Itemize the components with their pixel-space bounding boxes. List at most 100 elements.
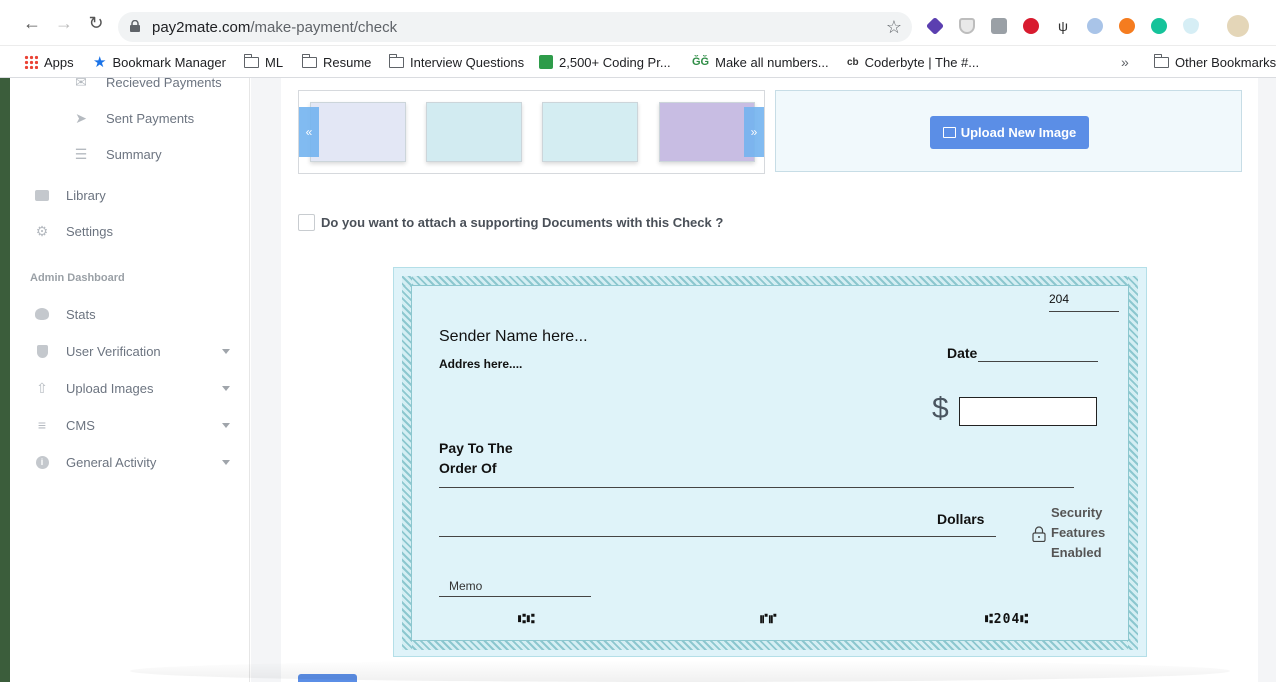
browser-toolbar: ← → ↻ pay2mate.com/make-payment/check ☆ …: [0, 0, 1276, 46]
folder-icon: [388, 53, 404, 68]
attach-documents-label: Do you want to attach a supporting Docum…: [321, 215, 724, 230]
apps-grid-icon: [24, 55, 38, 69]
sidebar-item-label: CMS: [66, 417, 95, 433]
date-label: Date: [947, 345, 978, 361]
sidebar-item-label: General Activity: [66, 454, 157, 470]
sidebar-item-cms[interactable]: ≡ CMS: [34, 417, 234, 433]
extension-ublock-icon[interactable]: [1119, 18, 1135, 34]
carousel-next-button[interactable]: »: [744, 107, 764, 157]
sidebar-item-summary[interactable]: ☰ Summary: [73, 146, 162, 162]
sender-address: Addres here....: [439, 357, 523, 371]
micr-routing-number: ⑆⑆: [518, 612, 536, 627]
check-number: 204: [1049, 292, 1070, 306]
amount-words-line[interactable]: [439, 536, 996, 537]
bookmarks-overflow-button[interactable]: »: [1121, 52, 1129, 72]
main-content: « » Upload New Image Do you want to atta…: [281, 78, 1258, 682]
attach-documents-checkbox[interactable]: [298, 214, 315, 231]
reload-icon[interactable]: ↻: [86, 13, 106, 33]
amount-input[interactable]: [959, 397, 1097, 426]
security-features-line2: Features: [1051, 525, 1106, 540]
forward-arrow-icon[interactable]: →: [54, 13, 74, 33]
bookmark-folder-ml[interactable]: ML: [243, 52, 284, 72]
extension-cube-icon[interactable]: [925, 16, 945, 36]
sender-name: Sender Name here...: [439, 328, 588, 345]
extension-stop-icon[interactable]: [1023, 18, 1039, 34]
chevron-down-icon: [222, 349, 230, 354]
bookmark-star-icon[interactable]: ☆: [886, 17, 902, 38]
sidebar-item-label: Library: [66, 187, 106, 203]
payee-line[interactable]: [439, 487, 1074, 488]
check-template-carousel: « »: [298, 90, 765, 174]
bookmark-coderbyte[interactable]: cb Coderbyte | The #...: [847, 52, 979, 72]
sidebar-item-stats[interactable]: Stats: [34, 306, 96, 322]
chevron-down-icon: [222, 386, 230, 391]
gear-icon: ⚙: [35, 222, 49, 239]
check-template-thumb[interactable]: [659, 102, 755, 162]
pay-to-label-line2: Order Of: [439, 460, 497, 476]
sidebar-item-label: Upload Images: [66, 380, 154, 396]
palette-icon: [34, 306, 50, 322]
carousel-prev-button[interactable]: «: [299, 107, 319, 157]
bookmark-label: 2,500+ Coding Pr...: [559, 54, 671, 70]
upload-image-panel: Upload New Image: [775, 90, 1242, 172]
site-favicon: [539, 55, 553, 69]
chevron-right-icon: »: [750, 125, 758, 139]
bookmark-coding-problems[interactable]: 2,500+ Coding Pr...: [539, 52, 671, 72]
sidebar-item-received-payments[interactable]: ✉ Recieved Payments: [73, 74, 222, 90]
check-template-thumb[interactable]: [426, 102, 522, 162]
folder-icon: [243, 53, 259, 68]
micr-check-number: ⑆204⑆: [985, 612, 1030, 627]
bookmark-label: Interview Questions: [410, 54, 525, 70]
attach-documents-option: Do you want to attach a supporting Docum…: [298, 214, 723, 231]
sidebar-item-general-activity[interactable]: i General Activity: [34, 454, 234, 470]
extension-grammarly-icon[interactable]: [1151, 18, 1167, 34]
lock-icon: [130, 20, 140, 32]
extension-fork-icon[interactable]: ψ: [1055, 18, 1071, 34]
sidebar-item-settings[interactable]: ⚙ Settings: [34, 223, 113, 239]
extension-eye-icon[interactable]: [1183, 18, 1199, 34]
folder-icon: [301, 53, 317, 68]
overflow-chevron-icon: »: [1121, 54, 1129, 70]
bookmark-folder-resume[interactable]: Resume: [301, 52, 372, 72]
check-number-line: [1049, 311, 1119, 312]
date-line[interactable]: [978, 361, 1098, 362]
sidebar-item-user-verification[interactable]: User Verification: [34, 343, 234, 359]
extension-camera-icon[interactable]: [991, 18, 1007, 34]
check-template-thumb[interactable]: [542, 102, 638, 162]
align-left-icon: ≡: [37, 417, 47, 433]
bookmark-folder-other[interactable]: Other Bookmarks: [1153, 52, 1276, 72]
bookmark-label: Coderbyte | The #...: [864, 54, 980, 70]
folder-icon: [1153, 53, 1169, 68]
sidebar-item-library[interactable]: Library: [34, 187, 106, 203]
bookmark-label: ML: [265, 54, 284, 70]
content-gutter: [251, 78, 281, 682]
briefcase-icon: [34, 187, 50, 203]
bookmark-gfg[interactable]: ĞĞ Make all numbers...: [692, 52, 829, 72]
profile-avatar[interactable]: [1227, 15, 1249, 37]
security-features-line3: Enabled: [1051, 545, 1102, 560]
sidebar-item-label: Sent Payments: [106, 110, 195, 126]
address-bar[interactable]: pay2mate.com/make-payment/check ☆: [118, 12, 912, 42]
star-icon: ★: [93, 54, 107, 71]
sidebar-item-sent-payments[interactable]: ➤ Sent Payments: [73, 110, 194, 126]
bookmark-label: Bookmark Manager: [112, 54, 226, 70]
upload-icon: ⇧: [36, 379, 48, 396]
button-label: Upload New Image: [960, 125, 1077, 140]
sidebar-item-upload-images[interactable]: ⇧ Upload Images: [34, 380, 234, 396]
paper-plane-icon: ➤: [75, 109, 87, 126]
bookmark-folder-interview[interactable]: Interview Questions: [388, 52, 525, 72]
upload-new-image-button[interactable]: Upload New Image: [930, 116, 1089, 149]
bookmark-apps[interactable]: Apps: [24, 52, 74, 72]
memo-line[interactable]: [439, 596, 591, 597]
background-edge: [0, 78, 10, 682]
extension-shield-icon[interactable]: [959, 18, 975, 34]
extension-compass-icon[interactable]: [1087, 18, 1103, 34]
pay-to-label-line1: Pay To The: [439, 440, 513, 456]
bookmark-manager[interactable]: ★ Bookmark Manager: [93, 52, 226, 72]
sidebar-item-label: Recieved Payments: [106, 74, 222, 90]
micr-account-number: ⑈⑈: [760, 612, 778, 627]
content-gutter-right: [1258, 78, 1276, 682]
back-arrow-icon[interactable]: ←: [22, 13, 42, 33]
check-template-thumb[interactable]: [310, 102, 406, 162]
bookmark-label: Resume: [323, 54, 372, 70]
